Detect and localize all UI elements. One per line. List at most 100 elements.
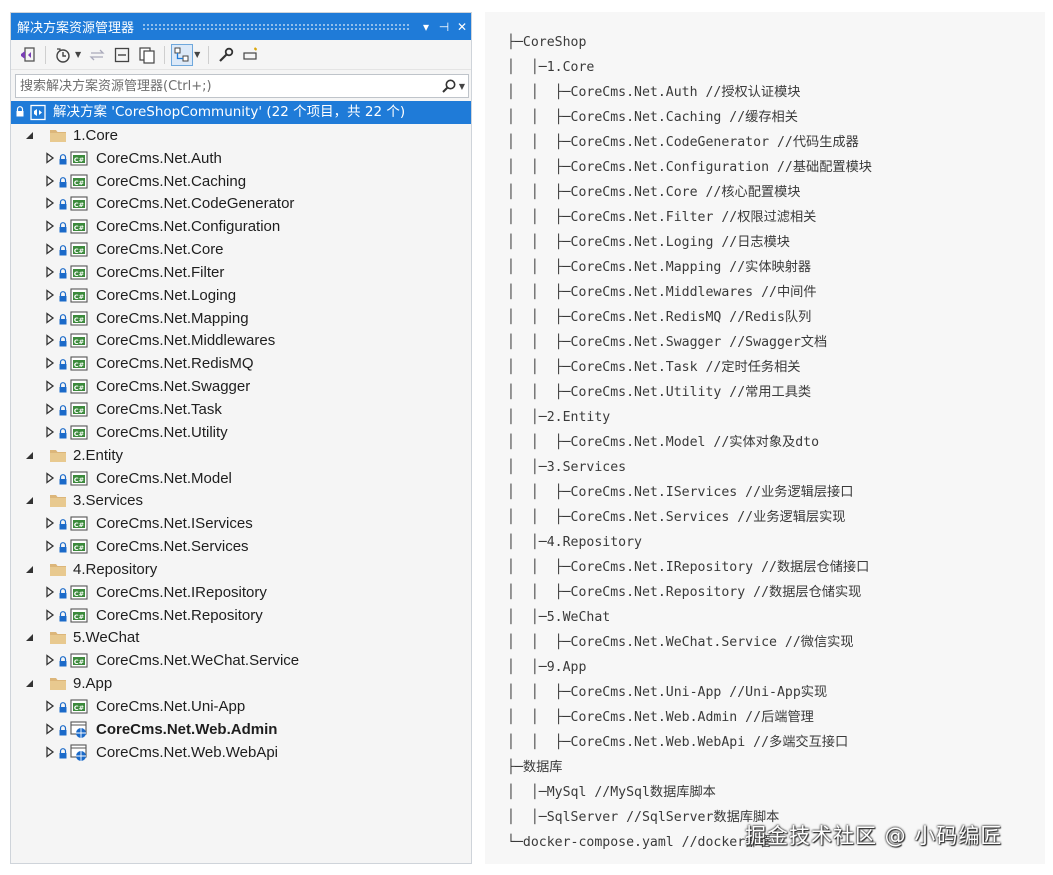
tree-folder-node[interactable]: 5.WeChat [11,626,471,649]
web-project-icon [69,721,89,743]
directory-line: │ │─MySql //MySql数据库脚本 [507,785,716,800]
filter-dropdown-icon[interactable]: ▼ [194,50,200,59]
lock-icon [59,176,67,192]
expand-arrow-icon[interactable] [45,403,55,415]
solution-node[interactable]: 解决方案 'CoreShopCommunity' (22 个项目，共 22 个) [11,101,471,124]
tree-project-node[interactable]: C# CoreCms.Net.Caching [11,170,471,193]
tree-folder-node[interactable]: 4.Repository [11,558,471,581]
project-label: CoreCms.Net.RedisMQ [96,355,254,373]
expand-arrow-icon[interactable] [45,197,55,210]
tree-project-node[interactable]: C# CoreCms.Net.IServices [11,512,471,535]
window-position-dropdown-icon[interactable]: ▾ [417,20,435,34]
solution-explorer-titlebar[interactable]: 解决方案资源管理器 ▾ ⊣ ✕ [11,13,471,40]
tree-project-node[interactable]: C# CoreCms.Net.IRepository [11,581,471,604]
pin-icon[interactable]: ⊣ [435,20,453,34]
show-all-files-icon[interactable] [136,44,158,66]
tree-project-node[interactable]: C# CoreCms.Net.RedisMQ [11,352,471,375]
folder-label: 3.Services [73,492,144,510]
expand-arrow-icon[interactable] [45,266,55,278]
search-icon[interactable]: ▼ [438,78,468,94]
directory-line: │ │ ├─CoreCms.Net.Utility //常用工具类 [507,385,812,400]
tree-folder-node[interactable]: 2.Entity [11,444,471,467]
tree-project-node[interactable]: C# CoreCms.Net.Loging [11,284,471,307]
project-label: CoreCms.Net.Auth [96,149,222,167]
directory-line: │ │ ├─CoreCms.Net.Web.WebApi //多端交互接口 [507,735,849,750]
collapse-arrow-icon[interactable] [25,129,35,141]
directory-line: │ │ ├─CoreCms.Net.Uni-App //Uni-App实现 [507,685,828,700]
tree-project-node[interactable]: C# CoreCms.Net.Task [11,398,471,421]
expand-arrow-icon[interactable] [45,243,55,255]
tree-project-node[interactable]: CoreCms.Net.Web.WebApi [11,741,471,764]
svg-text:C#: C# [74,407,84,415]
history-dropdown-icon[interactable]: ▼ [75,50,81,59]
vs-switch-view-icon[interactable] [17,44,39,66]
project-label: CoreCms.Net.Services [96,538,249,556]
expand-arrow-icon[interactable] [45,608,55,621]
expand-arrow-icon[interactable] [45,151,55,164]
expand-arrow-icon[interactable] [45,357,55,370]
directory-line: │ │─2.Entity [507,410,611,425]
expand-arrow-icon[interactable] [45,471,55,484]
project-label: CoreCms.Net.IServices [96,515,253,533]
tree-folder-node[interactable]: 1.Core [11,124,471,147]
titlebar-grip[interactable] [142,23,409,30]
project-label: CoreCms.Net.Repository [96,606,263,624]
tree-project-node[interactable]: C# CoreCms.Net.Services [11,535,471,558]
expand-arrow-icon[interactable] [45,380,55,392]
tree-project-node[interactable]: C# CoreCms.Net.Uni-App [11,695,471,718]
collapse-arrow-icon[interactable] [25,563,35,575]
tree-project-node[interactable]: C# CoreCms.Net.Core [11,238,471,261]
tree-folder-node[interactable]: 9.App [11,672,471,695]
expand-arrow-icon[interactable] [45,585,55,598]
tree-project-node[interactable]: C# CoreCms.Net.WeChat.Service [11,649,471,672]
expand-arrow-icon[interactable] [45,426,55,438]
expand-arrow-icon[interactable] [45,311,55,324]
expand-arrow-icon[interactable] [45,745,55,758]
search-box[interactable]: ▼ [15,74,469,98]
collapse-arrow-icon[interactable] [25,677,35,689]
history-icon[interactable] [52,44,74,66]
folder-label: 9.App [73,675,113,693]
properties-wrench-icon[interactable] [215,44,237,66]
tree-project-node[interactable]: C# CoreCms.Net.Repository [11,604,471,627]
tree-project-node[interactable]: C# CoreCms.Net.Mapping [11,307,471,330]
tree-project-node[interactable]: C# CoreCms.Net.Utility [11,421,471,444]
lock-icon [59,221,67,237]
solution-tree: 解决方案 'CoreShopCommunity' (22 个项目，共 22 个)… [11,101,471,763]
collapse-arrow-icon[interactable] [25,449,35,461]
directory-line: │ │─SqlServer //SqlServer数据库脚本 [507,810,780,825]
close-icon[interactable]: ✕ [453,20,471,34]
folder-icon [49,448,67,467]
tree-project-node[interactable]: C# CoreCms.Net.Auth [11,147,471,170]
directory-line: │ │ ├─CoreCms.Net.RedisMQ //Redis队列 [507,310,812,325]
git-changes-icon[interactable] [171,43,194,66]
search-input[interactable] [16,76,438,96]
tree-project-node[interactable]: C# CoreCms.Net.CodeGenerator [11,192,471,215]
folder-icon [49,128,67,147]
tree-project-node[interactable]: C# CoreCms.Net.Filter [11,261,471,284]
tree-folder-node[interactable]: 3.Services [11,489,471,512]
project-label: CoreCms.Net.Loging [96,286,237,304]
tree-project-node[interactable]: C# CoreCms.Net.Model [11,467,471,490]
directory-line: └─docker-compose.yaml //docker部署 [507,835,772,850]
tree-project-node[interactable]: C# CoreCms.Net.Middlewares [11,329,471,352]
expand-arrow-icon[interactable] [45,174,55,187]
lock-icon [59,747,67,763]
expand-arrow-icon[interactable] [45,654,55,667]
expand-arrow-icon[interactable] [45,722,55,735]
collapse-arrow-icon[interactable] [25,494,35,506]
tree-project-node[interactable]: CoreCms.Net.Web.Admin [11,718,471,741]
tree-project-node[interactable]: C# CoreCms.Net.Configuration [11,215,471,238]
csharp-project-icon: C# [69,699,89,719]
expand-arrow-icon[interactable] [45,540,55,552]
expand-arrow-icon[interactable] [45,220,55,233]
tree-project-node[interactable]: C# CoreCms.Net.Swagger [11,375,471,398]
expand-arrow-icon[interactable] [45,517,55,529]
preview-icon[interactable] [240,44,262,66]
expand-arrow-icon[interactable] [45,334,55,347]
collapse-all-icon[interactable] [111,44,133,66]
sync-icon[interactable] [86,44,108,66]
collapse-arrow-icon[interactable] [25,631,35,643]
expand-arrow-icon[interactable] [45,700,55,712]
expand-arrow-icon[interactable] [45,288,55,301]
